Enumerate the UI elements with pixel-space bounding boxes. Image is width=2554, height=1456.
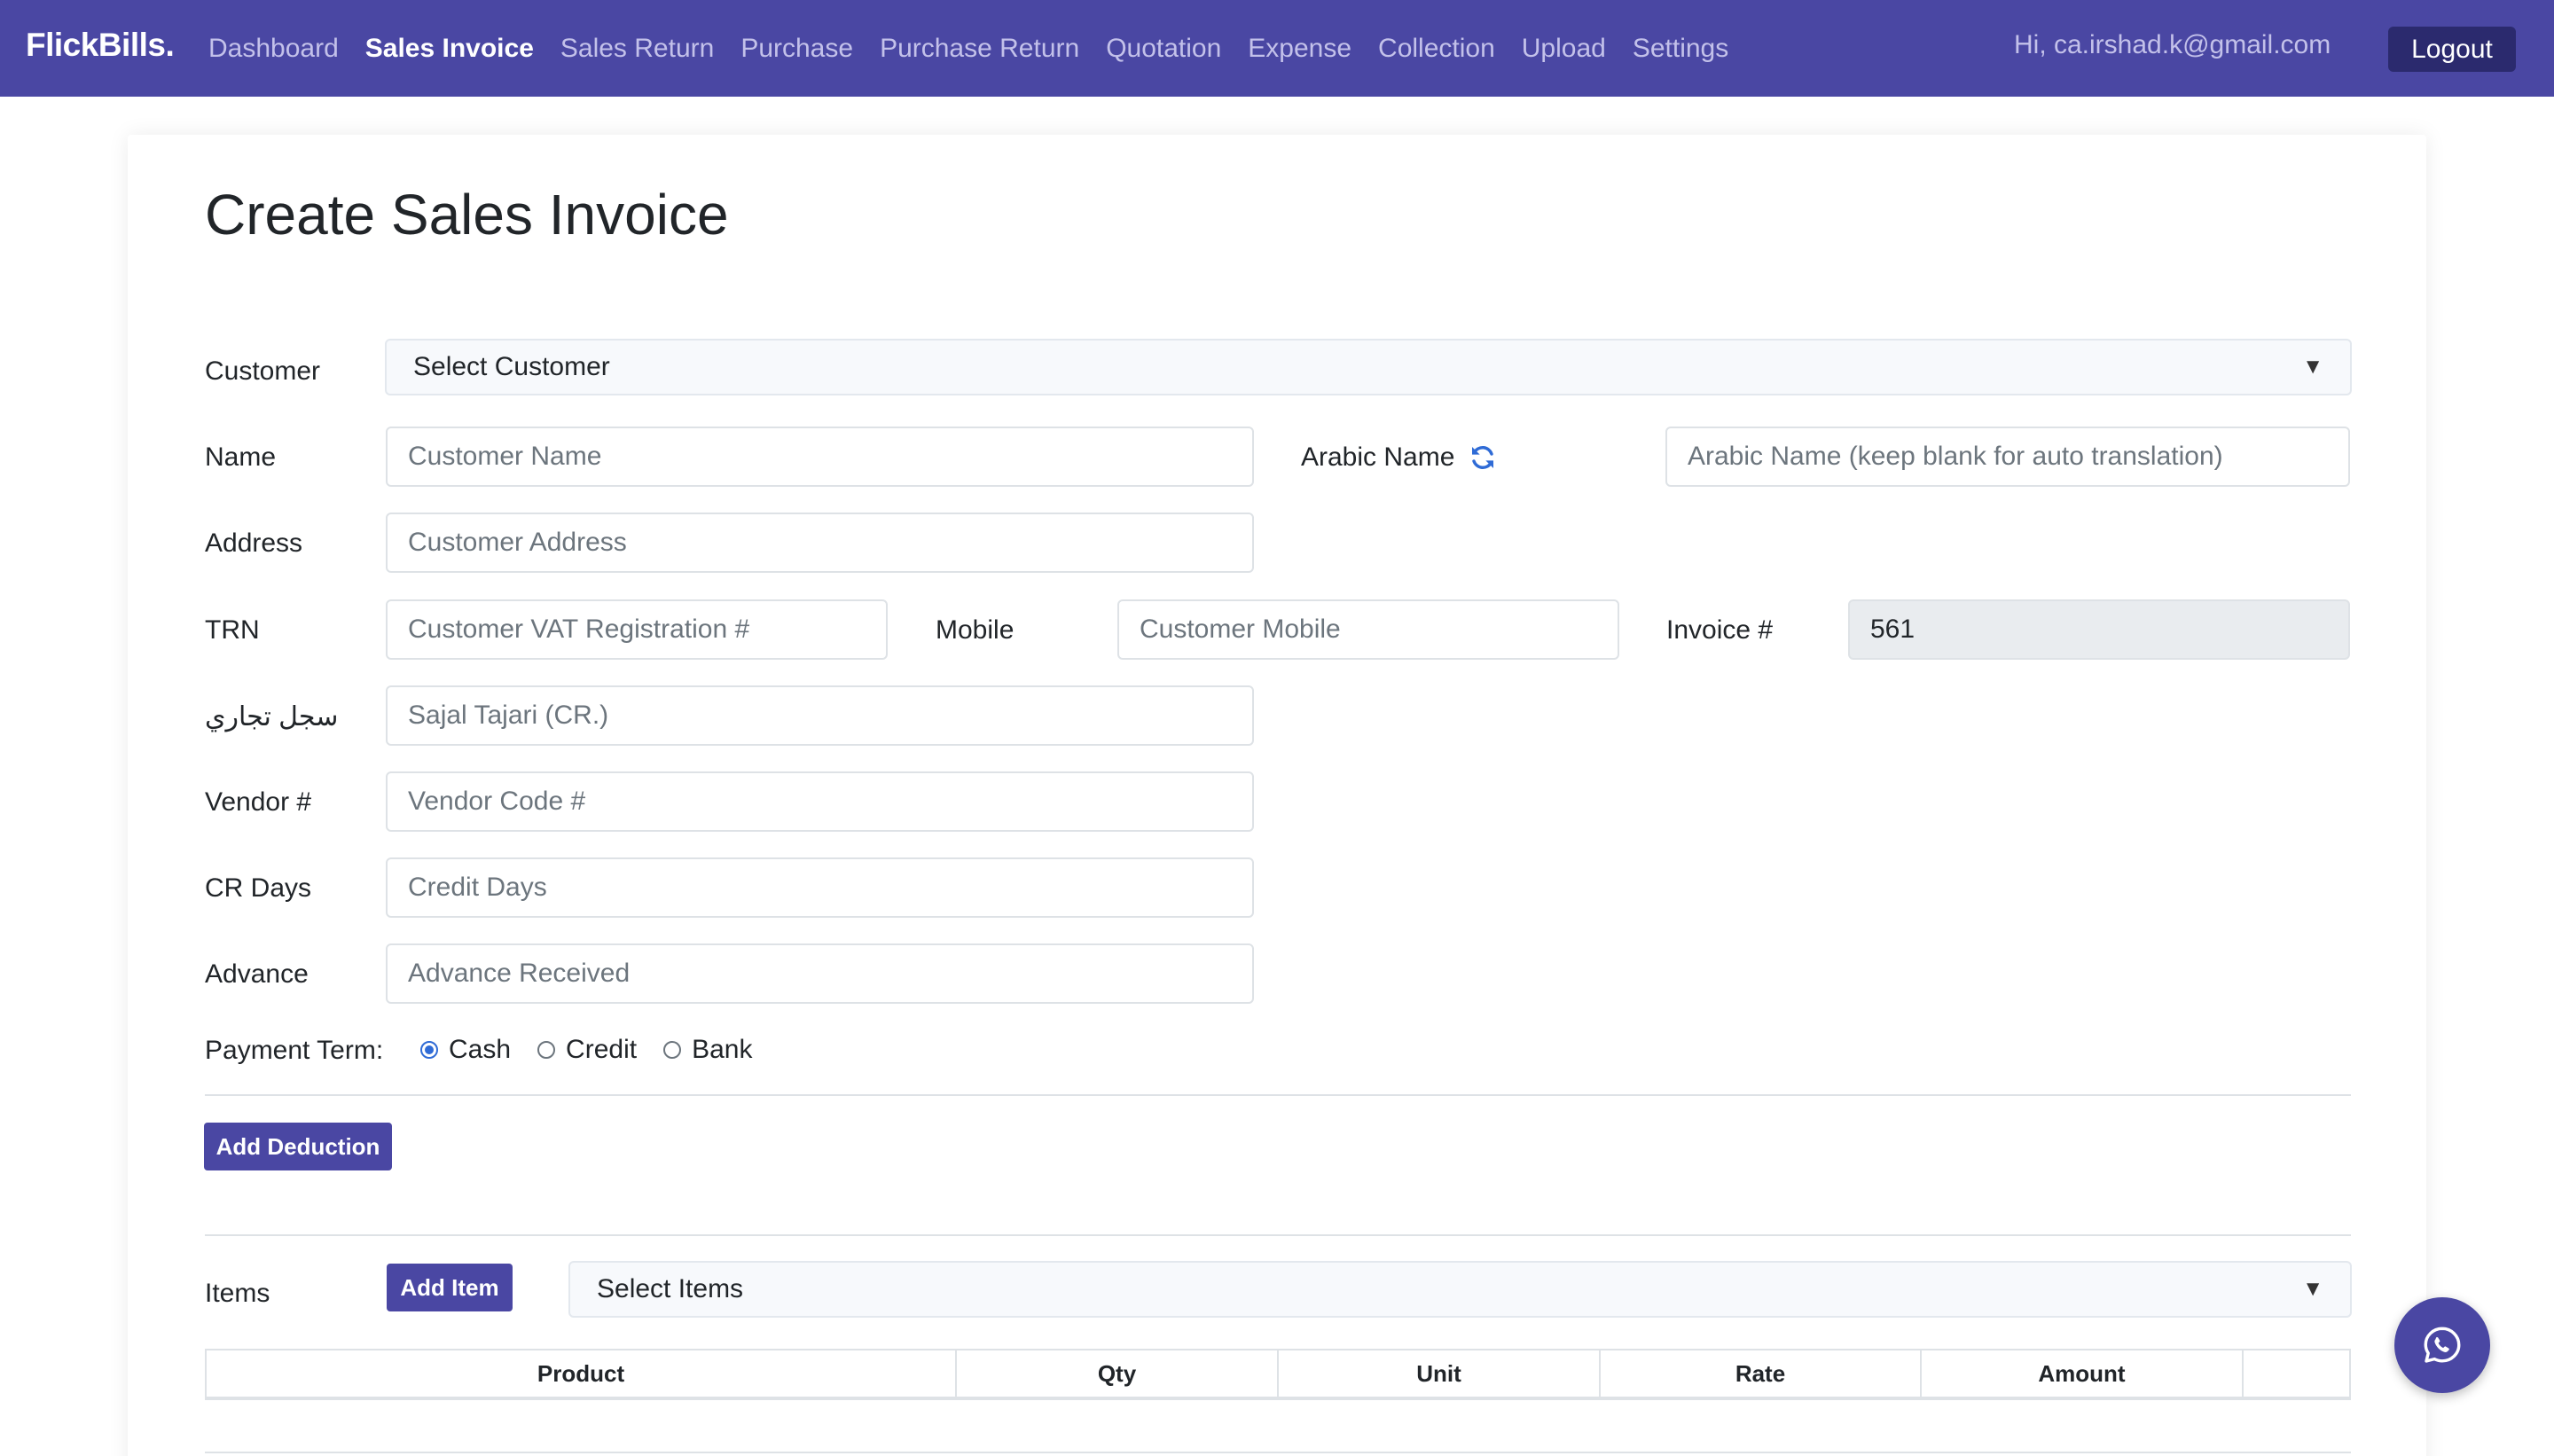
nav-link-settings[interactable]: Settings [1633, 34, 1728, 64]
section-divider [205, 1094, 2351, 1096]
whatsapp-chat-button[interactable] [2394, 1297, 2490, 1393]
add-deduction-button[interactable]: Add Deduction [204, 1123, 392, 1170]
radio-bank-label: Bank [692, 1035, 753, 1064]
customer-name-input[interactable] [386, 427, 1254, 487]
vendor-code-input[interactable] [386, 771, 1254, 832]
cr-days-label: CR Days [205, 873, 312, 903]
radio-credit[interactable] [537, 1041, 556, 1059]
top-navbar: FlickBills. Dashboard Sales Invoice Sale… [0, 0, 2554, 97]
nav-link-expense[interactable]: Expense [1248, 34, 1351, 64]
logout-button[interactable]: Logout [2388, 27, 2516, 72]
payment-term-label: Payment Term: [205, 1036, 384, 1065]
column-header-rate: Rate [1601, 1350, 1922, 1397]
items-table-header: Product Qty Unit Rate Amount [205, 1349, 2351, 1400]
column-header-actions [2244, 1350, 2349, 1397]
items-select-value: Select Items [597, 1274, 744, 1303]
trn-label: TRN [205, 615, 260, 645]
nav-link-sales-return[interactable]: Sales Return [560, 34, 714, 64]
customer-address-input[interactable] [386, 513, 1254, 573]
advance-input[interactable] [386, 943, 1254, 1004]
invoice-number-input[interactable] [1848, 599, 2350, 660]
payment-option-cash[interactable]: Cash [420, 1035, 511, 1065]
mobile-input[interactable] [1117, 599, 1619, 660]
radio-cash-label: Cash [449, 1035, 512, 1064]
cr-arabic-label: سجل تجاري [205, 702, 339, 732]
nav-link-sales-invoice[interactable]: Sales Invoice [365, 34, 534, 64]
advance-label: Advance [205, 959, 309, 989]
customer-label: Customer [205, 356, 321, 386]
nav-link-dashboard[interactable]: Dashboard [208, 34, 339, 64]
vendor-label: Vendor # [205, 787, 312, 817]
column-header-product: Product [207, 1350, 957, 1397]
payment-option-credit[interactable]: Credit [537, 1035, 637, 1065]
section-divider [205, 1234, 2351, 1236]
nav-link-upload[interactable]: Upload [1522, 34, 1606, 64]
radio-cash[interactable] [420, 1041, 438, 1059]
customer-select-value: Select Customer [413, 352, 610, 381]
payment-option-bank[interactable]: Bank [663, 1035, 752, 1065]
section-divider [205, 1452, 2351, 1453]
trn-input[interactable] [386, 599, 888, 660]
page-title: Create Sales Invoice [205, 183, 729, 247]
address-label: Address [205, 528, 303, 558]
payment-term-radio-group: Cash Credit Bank [420, 1035, 779, 1065]
items-label: Items [205, 1279, 270, 1308]
mobile-label: Mobile [936, 615, 1015, 645]
radio-credit-label: Credit [566, 1035, 638, 1064]
caret-down-icon: ▼ [2302, 1277, 2323, 1301]
column-header-amount: Amount [1922, 1350, 2244, 1397]
nav-link-purchase-return[interactable]: Purchase Return [880, 34, 1079, 64]
add-item-button[interactable]: Add Item [387, 1264, 513, 1311]
nav-link-purchase[interactable]: Purchase [740, 34, 853, 64]
arabic-name-input[interactable] [1665, 427, 2350, 487]
credit-days-input[interactable] [386, 857, 1254, 918]
customer-select[interactable]: Select Customer ▼ [385, 339, 2352, 395]
name-label: Name [205, 442, 277, 472]
invoice-number-label: Invoice # [1666, 615, 1774, 645]
brand-logo[interactable]: FlickBills. [26, 27, 175, 64]
nav-link-quotation[interactable]: Quotation [1106, 34, 1221, 64]
nav-links: Dashboard Sales Invoice Sales Return Pur… [208, 0, 1755, 97]
cr-input[interactable] [386, 685, 1254, 746]
radio-bank[interactable] [663, 1041, 682, 1059]
caret-down-icon: ▼ [2302, 355, 2323, 379]
refresh-icon[interactable] [1469, 443, 1497, 472]
arabic-name-label: Arabic Name [1301, 442, 1455, 472]
column-header-qty: Qty [957, 1350, 1279, 1397]
nav-link-collection[interactable]: Collection [1378, 34, 1495, 64]
user-greeting: Hi, ca.irshad.k@gmail.com [2014, 30, 2331, 59]
whatsapp-icon [2424, 1327, 2461, 1363]
column-header-unit: Unit [1279, 1350, 1601, 1397]
items-select[interactable]: Select Items ▼ [568, 1261, 2352, 1318]
